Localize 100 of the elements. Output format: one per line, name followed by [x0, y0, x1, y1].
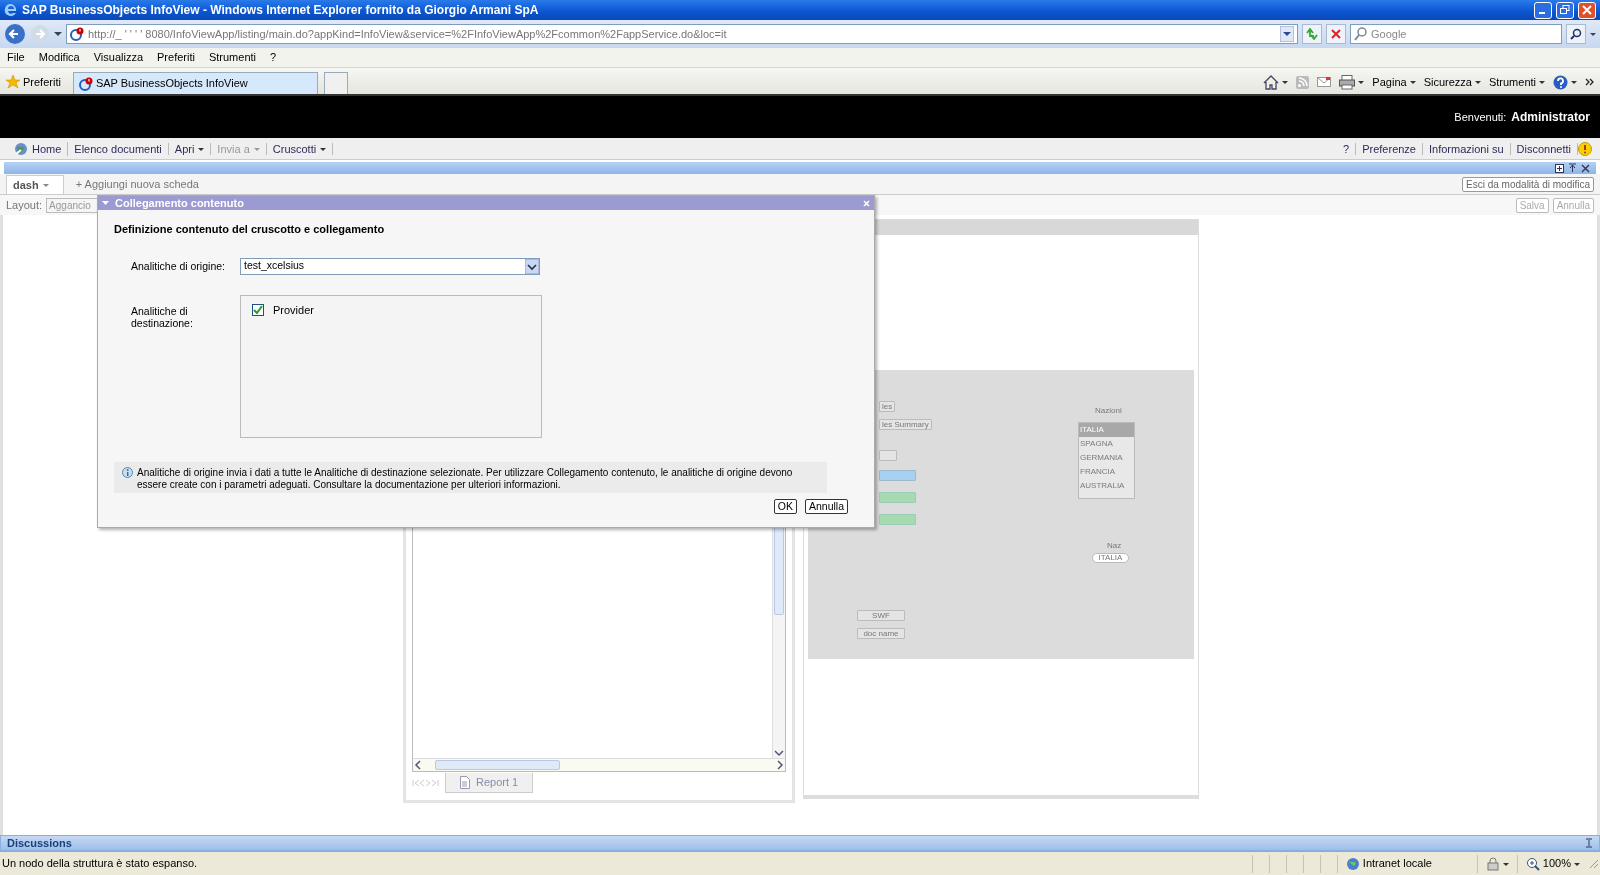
nav-link[interactable]: Elenco documenti [68, 142, 169, 155]
add-icon[interactable] [1555, 163, 1564, 173]
nav-link[interactable]: Informazioni su [1423, 142, 1511, 155]
menu-item[interactable]: ? [270, 49, 277, 66]
menu-item[interactable]: Strumenti [208, 49, 256, 66]
canvas-button[interactable]: doc name [857, 628, 905, 639]
caret-icon [198, 145, 205, 152]
caret-icon [1502, 860, 1509, 867]
expand-icon[interactable] [1585, 838, 1593, 848]
intranet-icon [1345, 856, 1360, 871]
info-text: Analitiche di origine invia i dati a tutte le Analitiche di destinazione selezionate. Per utilizzare Collegamento contenuto, le analitiche di origine devono essere create con i parametri adeguati. Consultare la documentazione per ulteriori informazioni. [137, 466, 794, 491]
caret-icon [1409, 79, 1416, 85]
combo-field[interactable]: ITALIA [1092, 553, 1129, 563]
browser-tab[interactable]: SAP BusinessObjects InfoView [72, 72, 318, 94]
stop-icon [1331, 29, 1341, 39]
resize-grip-icon[interactable] [1588, 857, 1600, 870]
mail-icon[interactable] [1317, 77, 1332, 87]
caret-icon [1474, 79, 1481, 85]
restore-icon [1560, 5, 1570, 15]
home-icon[interactable] [1263, 74, 1280, 90]
site-icon [70, 27, 84, 41]
menu-item[interactable]: Visualizza [93, 49, 144, 66]
caret-icon[interactable] [1590, 30, 1596, 38]
address-field[interactable]: http://_ ' ' ' ' 8080/InfoViewApp/listing/main.do?appKind=InfoView&service=%2FInfoViewApp%2Fcommon%2FappService.do&loc=it [66, 24, 1298, 44]
close-icon [1582, 5, 1592, 15]
country-list[interactable]: ITALIA SPAGNA GERMANIA FRANCIA AUSTRALIA [1078, 422, 1135, 499]
restore-button[interactable] [1556, 1, 1574, 19]
chevron-icon[interactable] [1585, 78, 1594, 86]
horizontal-scrollbar[interactable] [413, 758, 785, 771]
vertical-scrollbar[interactable] [772, 526, 785, 758]
dropdown-icon[interactable] [525, 258, 539, 274]
dialog-button[interactable]: Annulla [804, 498, 848, 514]
tab-label: SAP BusinessObjects InfoView [95, 76, 248, 92]
maximize-icon[interactable] [1568, 163, 1577, 173]
scroll-down-icon[interactable] [773, 748, 785, 758]
nav-link[interactable]: Apri [168, 142, 212, 155]
caret-icon [1282, 79, 1289, 85]
printer-icon[interactable] [1339, 74, 1356, 90]
nav-link[interactable]: Home [8, 141, 69, 156]
nav-link[interactable]: Cruscotti [266, 142, 334, 155]
close-button[interactable] [1578, 1, 1596, 19]
globe-icon [14, 141, 28, 156]
command-menu[interactable]: Sicurezza [1423, 73, 1481, 91]
zoom-icon [1525, 856, 1540, 871]
favorites-button[interactable]: Preferiti [4, 70, 67, 94]
search-field[interactable]: Google [1350, 24, 1562, 44]
menu-item[interactable]: File [7, 49, 25, 66]
list-item[interactable]: GERMANIA [1079, 451, 1134, 465]
search-placeholder: Google [1371, 26, 1407, 42]
minimize-button[interactable] [1534, 1, 1552, 19]
source-select[interactable]: test_xcelsius [240, 257, 540, 275]
scroll-left-icon[interactable] [413, 759, 423, 771]
canvas-button[interactable]: SWF [857, 610, 905, 621]
caret-icon [253, 145, 260, 152]
list-item[interactable]: FRANCIA [1079, 465, 1134, 479]
search-button[interactable] [1566, 24, 1586, 44]
stop-button[interactable] [1326, 24, 1346, 44]
info-icon [122, 466, 133, 478]
layout-label: Layout: [6, 197, 43, 213]
close-icon[interactable] [1581, 163, 1590, 173]
checkbox[interactable] [252, 303, 264, 316]
command-menu[interactable]: Pagina [1372, 73, 1416, 91]
list-title: Nazioni [1095, 405, 1122, 417]
add-tab-link[interactable]: + Aggiungi nuova scheda [75, 175, 199, 193]
history-dropdown-icon[interactable] [54, 30, 62, 38]
help-icon[interactable] [1553, 74, 1568, 90]
canvas-button[interactable]: les [879, 401, 896, 412]
status-message: Un nodo della struttura è stato espanso. [1, 856, 199, 872]
menu-item[interactable]: Preferiti [157, 49, 195, 66]
zone-label: Intranet locale [1362, 856, 1432, 872]
dashboard-tab[interactable]: dash [6, 175, 64, 194]
scroll-right-icon[interactable] [775, 759, 785, 771]
collapse-icon[interactable] [102, 200, 109, 206]
combo-title: Naz [1107, 540, 1122, 552]
warning-icon[interactable] [1578, 141, 1592, 156]
exit-edit-button[interactable]: Esci da modalità di modifica [1462, 176, 1594, 192]
dialog-button[interactable]: OK [773, 498, 797, 514]
zoom-button[interactable]: 100% [1516, 854, 1588, 873]
menu-item[interactable]: Modifica [38, 49, 80, 66]
caret-icon [1571, 79, 1577, 85]
field-label: Analitiche di origine: [130, 260, 226, 272]
browser-logo-icon [4, 3, 18, 17]
welcome-label: Benvenuti: [1454, 109, 1507, 125]
list-item[interactable]: AUSTRALIA [1079, 479, 1134, 493]
list-item[interactable]: SPAGNA [1079, 437, 1134, 451]
caret-icon [320, 145, 327, 152]
lock-icon[interactable] [1485, 856, 1500, 871]
command-menu[interactable]: Strumenti [1488, 73, 1545, 91]
nav-link[interactable]: ? [1337, 142, 1357, 155]
caret-icon [42, 182, 49, 188]
dropdown-icon[interactable] [1280, 26, 1294, 42]
window-title: SAP BusinessObjects InfoView - Windows Internet Explorer fornito da Giorgio Armani SpA [22, 2, 540, 19]
refresh-button[interactable] [1302, 24, 1322, 44]
dialog-title: Collegamento contenuto [115, 195, 244, 211]
canvas-button[interactable]: les Summary [879, 419, 932, 430]
address-text: http://_ ' ' ' ' 8080/InfoViewApp/listing/main.do?appKind=InfoView&service=%2FInfoViewApp%2Fcommon%2FappService.do&loc=it [88, 26, 728, 42]
dialog-heading: Definizione contenuto del cruscotto e collegamento [114, 222, 386, 237]
back-button[interactable] [4, 23, 26, 45]
checkbox-label: Provider [273, 302, 314, 318]
nav-link[interactable]: Preferenze [1356, 142, 1423, 155]
